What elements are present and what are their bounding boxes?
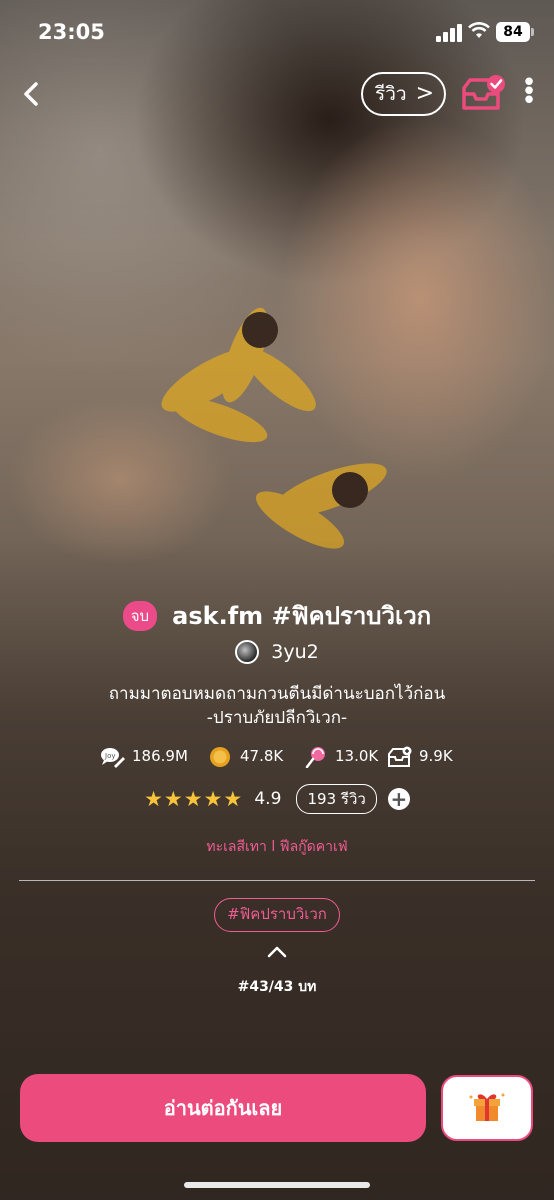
completed-badge: จบ [122,600,158,631]
status-time: 23:05 [38,20,105,44]
story-stats: Joy 186.9M 47.8K 13.0K 9.9K [100,742,470,770]
genre-tags[interactable]: ทะเลสีเทา l ฟีลกู๊ดคาเฟ่ [0,836,554,858]
author-avatar [235,640,260,664]
views-stat: Joy 186.9M [100,742,188,770]
cellular-signal-icon [436,24,462,42]
reviews-button-label: รีวิว [375,83,407,105]
description-line: ถามมาตอบหมดถามกวนตีนมีด่านะบอกไว้ก่อน [108,684,446,704]
story-description: ถามมาตอบหมดถามกวนตีนมีด่านะบอกไว้ก่อน -ป… [0,682,554,730]
chevron-left-icon [24,82,38,106]
description-line: -ปราบภัยปลีกวิเวก- [206,708,348,728]
candy-stat: 13.0K [303,742,378,770]
gift-icon [469,1093,505,1121]
shelf-added-icon [462,75,505,110]
svg-text:Joy: Joy [104,752,116,760]
divider [19,880,535,881]
coins-count: 47.8K [240,747,284,765]
rating-row: ★★★★★ 4.9 193 รีวิว + [0,784,554,814]
hashtag-chip[interactable]: #ฟิคปราบวิเวก [214,898,340,932]
chevron-up-icon [267,946,287,958]
views-count: 186.9M [132,747,188,765]
shelf-count: 9.9K [419,747,453,765]
wifi-icon [468,22,490,45]
chevron-right-icon: > [415,81,434,106]
author-name: 3yu2 [271,641,319,663]
continue-reading-button[interactable]: อ่านต่อกันเลย [20,1074,426,1142]
shelf-stat: 9.9K [387,742,453,770]
gift-button[interactable] [441,1075,533,1141]
reviews-button[interactable]: รีวิว > [361,72,446,116]
add-to-shelf-button[interactable] [460,74,506,114]
collapse-button[interactable] [262,940,292,964]
status-bar: 23:05 84 [0,0,554,60]
story-title: ask.fm #ฟิคปราบวิเวก [172,602,432,630]
coin-icon [210,746,230,767]
more-options-button[interactable]: • • • [518,70,540,114]
views-icon: Joy [101,747,125,768]
star-rating-icon: ★★★★★ [144,787,244,811]
back-button[interactable] [16,76,48,112]
title-row: จบ ask.fm #ฟิคปราบวิเวก [0,596,554,635]
lollipop-icon [305,746,325,768]
candy-count: 13.0K [335,747,379,765]
rating-value: 4.9 [254,789,282,809]
chapter-count: #43/43 บท [237,979,317,995]
shelf-count-icon [388,746,412,767]
author-link[interactable]: 3yu2 [0,640,554,664]
home-indicator [184,1182,370,1188]
add-review-button[interactable]: + [387,788,410,810]
coins-stat: 47.8K [208,742,283,770]
review-count-button[interactable]: 193 รีวิว [296,784,377,814]
battery-icon: 84 [496,22,534,42]
